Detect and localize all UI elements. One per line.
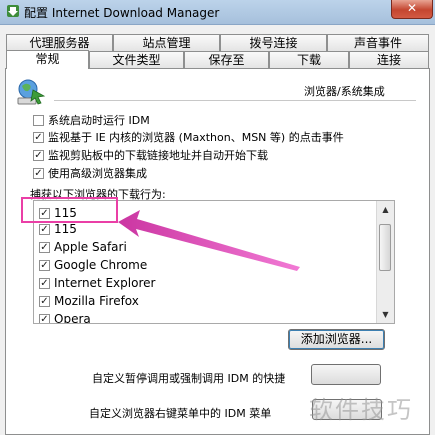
watermark: 软件技巧 xyxy=(309,396,413,424)
annotation-arrow-icon xyxy=(118,210,300,271)
